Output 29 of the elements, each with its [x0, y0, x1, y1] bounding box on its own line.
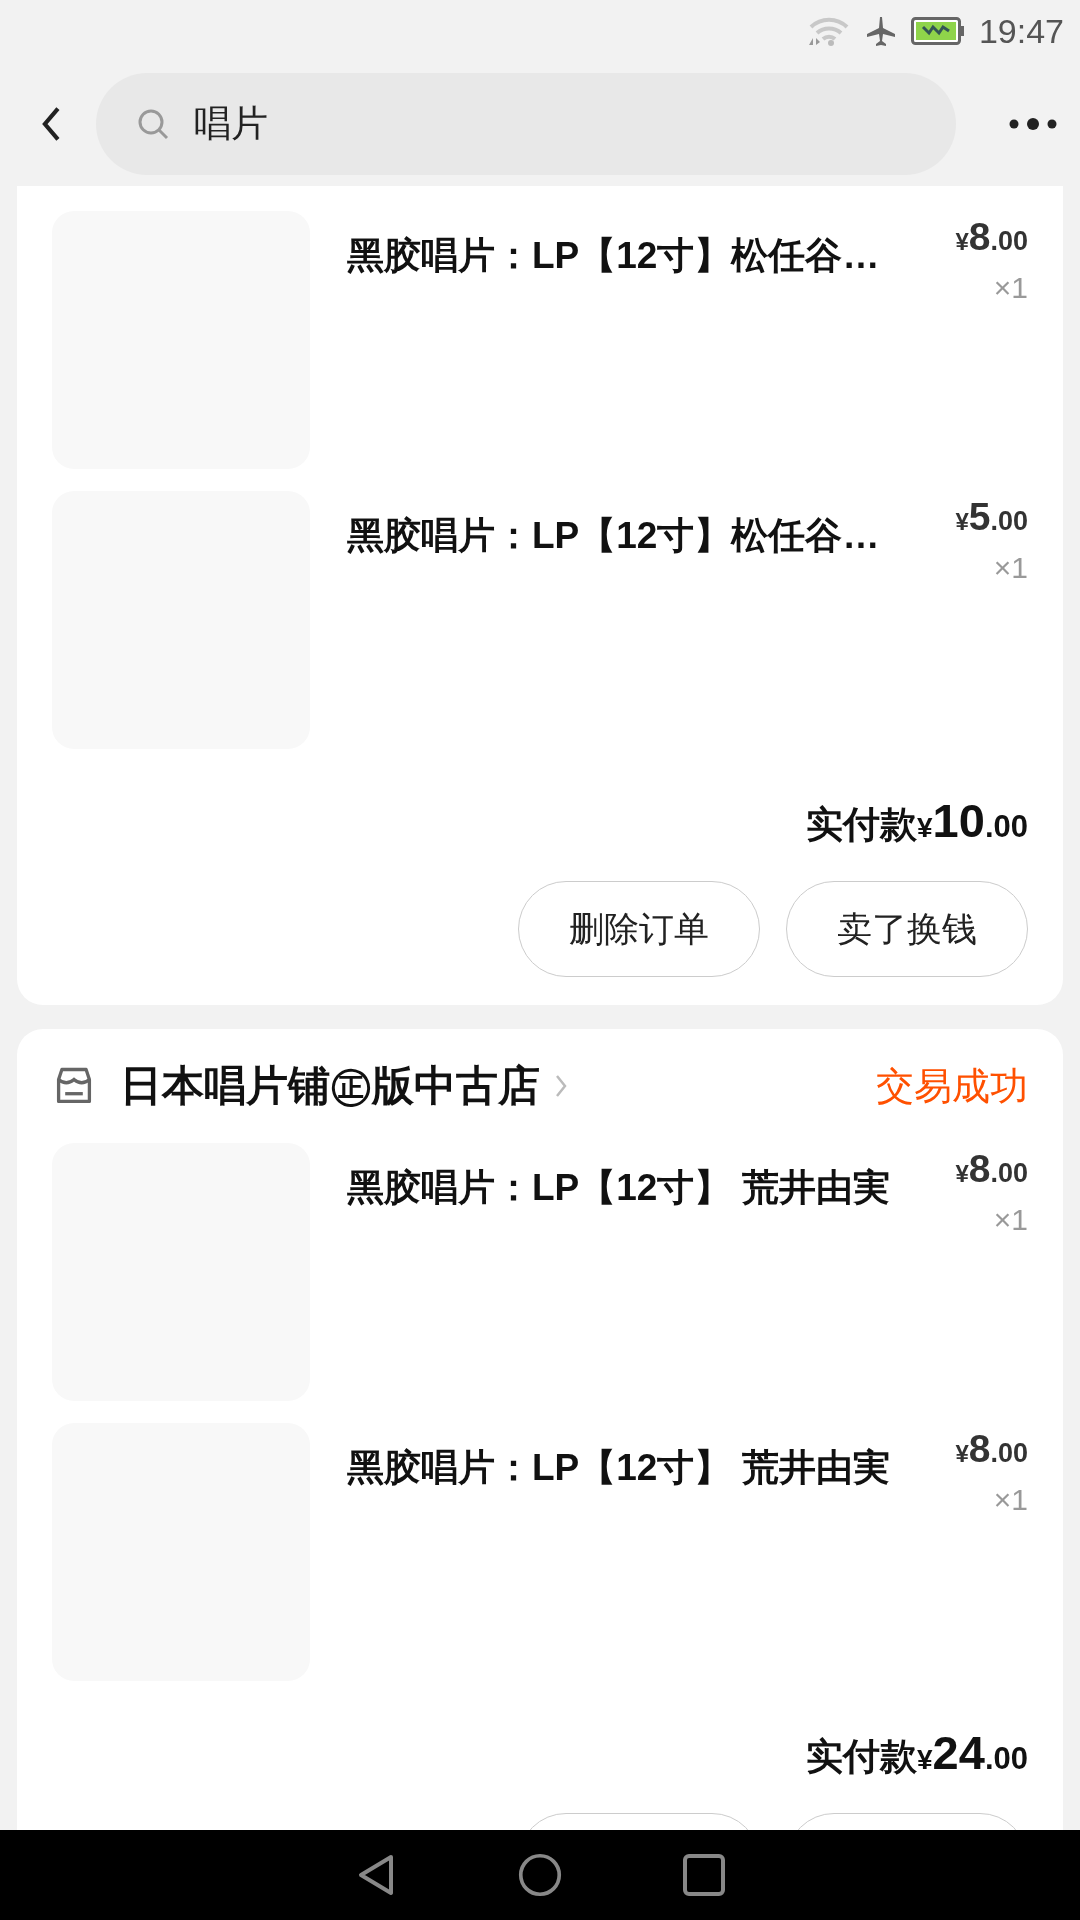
paid-amount: 实付款¥10.00 [806, 792, 1028, 849]
order-button[interactable]: 卖了换钱 [786, 881, 1028, 977]
shop-name[interactable]: 日本唱片铺㊣版中古店 [120, 1058, 540, 1114]
search-icon [136, 107, 170, 141]
item-quantity: ×1 [993, 271, 1028, 305]
search-field[interactable]: 唱片 [96, 73, 956, 175]
product-title[interactable]: 黑胶唱片：LP【12寸】松任谷… [347, 491, 938, 749]
item-price: ¥8.00 [955, 1147, 1028, 1191]
item-price: ¥5.00 [955, 495, 1028, 539]
paid-amount: 实付款¥24.00 [806, 1724, 1028, 1781]
product-title[interactable]: 黑胶唱片：LP【12寸】 荒井由実 [347, 1423, 938, 1681]
wifi-icon [806, 16, 851, 46]
item-quantity: ×1 [993, 1203, 1028, 1237]
home-nav-icon [518, 1853, 562, 1897]
order-button[interactable]: 删除订单 [518, 881, 760, 977]
battery-icon [910, 17, 965, 45]
item-price: ¥8.00 [955, 215, 1028, 259]
product-title[interactable]: 黑胶唱片：LP【12寸】 荒井由実 [347, 1143, 938, 1401]
status-time: 19:47 [978, 11, 1064, 51]
order-status: 交易成功 [876, 1063, 1028, 1109]
chevron-icon [554, 1073, 568, 1099]
recents-nav-icon [682, 1853, 726, 1897]
airplane-icon [864, 15, 897, 47]
item-quantity: ×1 [993, 1483, 1028, 1517]
search-query: 唱片 [194, 102, 269, 146]
item-price: ¥8.00 [955, 1427, 1028, 1471]
item-quantity: ×1 [993, 551, 1028, 585]
product-title[interactable]: 黑胶唱片：LP【12寸】松任谷… [347, 211, 938, 469]
more-icon [1008, 117, 1058, 131]
